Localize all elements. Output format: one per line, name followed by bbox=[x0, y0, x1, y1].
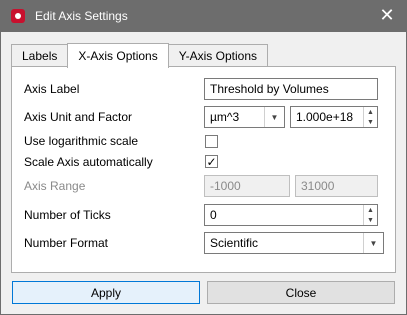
axis-factor-spinbox[interactable]: 1.000e+18 ▲ ▼ bbox=[290, 106, 378, 128]
auto-scale-label: Scale Axis automatically bbox=[24, 155, 153, 169]
spin-up-icon[interactable]: ▲ bbox=[364, 107, 377, 117]
log-scale-label: Use logarithmic scale bbox=[24, 134, 139, 148]
axis-unit-combo[interactable]: µm^3 ▼ bbox=[204, 106, 285, 128]
axis-range-max-value: 31000 bbox=[301, 179, 335, 193]
title-bar: Edit Axis Settings ✕ bbox=[0, 0, 407, 32]
number-format-combo[interactable]: Scientific ▼ bbox=[204, 232, 384, 254]
apply-button[interactable]: Apply bbox=[12, 281, 200, 304]
ticks-row: Number of Ticks bbox=[24, 204, 111, 226]
tab-y-axis-options[interactable]: Y-Axis Options bbox=[167, 44, 268, 67]
log-scale-checkbox[interactable] bbox=[205, 135, 218, 148]
close-button[interactable]: Close bbox=[207, 281, 395, 304]
auto-scale-checkbox[interactable]: ✓ bbox=[205, 155, 218, 168]
axis-range-max-input[interactable]: 31000 bbox=[295, 175, 378, 197]
axis-factor-value: 1.000e+18 bbox=[296, 110, 354, 124]
axis-factor-stepper: ▲ ▼ bbox=[363, 107, 377, 127]
tab-bar: Labels X-Axis Options Y-Axis Options bbox=[11, 43, 268, 68]
tab-x-axis-options[interactable]: X-Axis Options bbox=[67, 43, 169, 68]
auto-scale-row: Scale Axis automatically bbox=[24, 151, 153, 173]
tab-label: X-Axis Options bbox=[78, 49, 158, 63]
spin-up-icon[interactable]: ▲ bbox=[364, 205, 377, 215]
axis-range-min-value: -1000 bbox=[210, 179, 241, 193]
tab-label: Y-Axis Options bbox=[178, 49, 257, 63]
chevron-down-icon[interactable]: ▼ bbox=[264, 107, 284, 127]
axis-range-min-input[interactable]: -1000 bbox=[204, 175, 290, 197]
ticks-value: 0 bbox=[210, 208, 217, 222]
ticks-label: Number of Ticks bbox=[24, 208, 111, 222]
close-button-label: Close bbox=[285, 285, 317, 300]
axis-unit-label: Axis Unit and Factor bbox=[24, 110, 133, 124]
axis-label-row: Axis Label bbox=[24, 78, 79, 100]
apply-button-label: Apply bbox=[90, 285, 122, 300]
axis-unit-value: µm^3 bbox=[210, 110, 240, 124]
axis-unit-row: Axis Unit and Factor bbox=[24, 106, 132, 128]
axis-range-row: Axis Range bbox=[24, 175, 85, 197]
axis-range-label: Axis Range bbox=[24, 179, 86, 193]
tab-panel-x-axis: Axis Label Threshold by Volumes Axis Uni… bbox=[11, 66, 396, 273]
close-window-icon[interactable]: ✕ bbox=[378, 7, 396, 25]
check-icon: ✓ bbox=[206, 154, 217, 169]
app-icon bbox=[11, 9, 25, 23]
log-scale-row: Use logarithmic scale bbox=[24, 130, 138, 152]
number-format-label: Number Format bbox=[24, 236, 109, 250]
number-format-value: Scientific bbox=[210, 236, 259, 250]
axis-label-value: Threshold by Volumes bbox=[210, 82, 329, 96]
chevron-down-icon[interactable]: ▼ bbox=[363, 233, 383, 253]
number-format-row: Number Format bbox=[24, 232, 108, 254]
ticks-stepper: ▲ ▼ bbox=[363, 205, 377, 225]
axis-label-label: Axis Label bbox=[24, 82, 80, 96]
spin-down-icon[interactable]: ▼ bbox=[364, 117, 377, 127]
tab-labels[interactable]: Labels bbox=[11, 44, 69, 67]
spin-down-icon[interactable]: ▼ bbox=[364, 215, 377, 225]
ticks-spinbox[interactable]: 0 ▲ ▼ bbox=[204, 204, 378, 226]
tab-label: Labels bbox=[22, 49, 58, 63]
axis-label-input[interactable]: Threshold by Volumes bbox=[204, 78, 378, 100]
window-title: Edit Axis Settings bbox=[35, 9, 128, 23]
